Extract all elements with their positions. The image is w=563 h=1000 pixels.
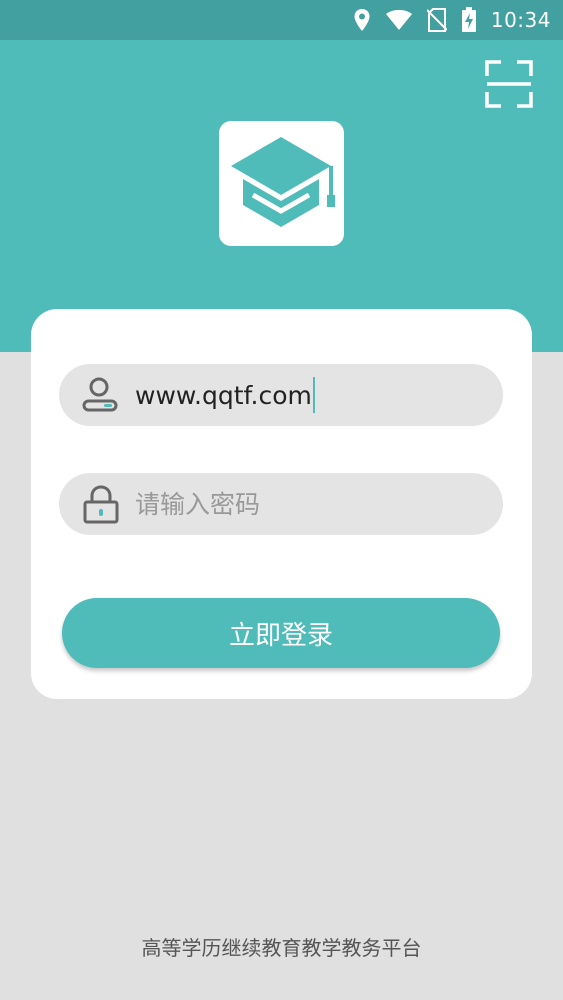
- lock-icon: [83, 485, 119, 524]
- login-card: www.qqtf.com 立即登录: [31, 309, 532, 699]
- location-icon: [354, 9, 370, 31]
- no-sim-icon: [426, 8, 447, 32]
- text-cursor: [312, 377, 315, 413]
- user-icon: [82, 377, 118, 412]
- graduation-cap-icon: [231, 137, 335, 227]
- status-icons: 10:34: [353, 0, 551, 40]
- app-logo: [219, 121, 344, 246]
- username-field[interactable]: www.qqtf.com: [59, 364, 503, 426]
- status-time: 10:34: [490, 8, 551, 32]
- battery-charging-icon: [461, 7, 476, 32]
- username-value: www.qqtf.com: [135, 380, 312, 410]
- password-input[interactable]: [135, 484, 465, 524]
- login-button[interactable]: 立即登录: [62, 598, 500, 668]
- scan-button[interactable]: [485, 60, 533, 108]
- username-value-wrap: www.qqtf.com: [135, 375, 315, 415]
- scan-icon: [485, 60, 533, 108]
- password-field[interactable]: [59, 473, 503, 535]
- status-bar: 10:34: [0, 0, 563, 40]
- footer-text: 高等学历继续教育教学教务平台: [141, 936, 422, 960]
- wifi-icon: [385, 9, 412, 30]
